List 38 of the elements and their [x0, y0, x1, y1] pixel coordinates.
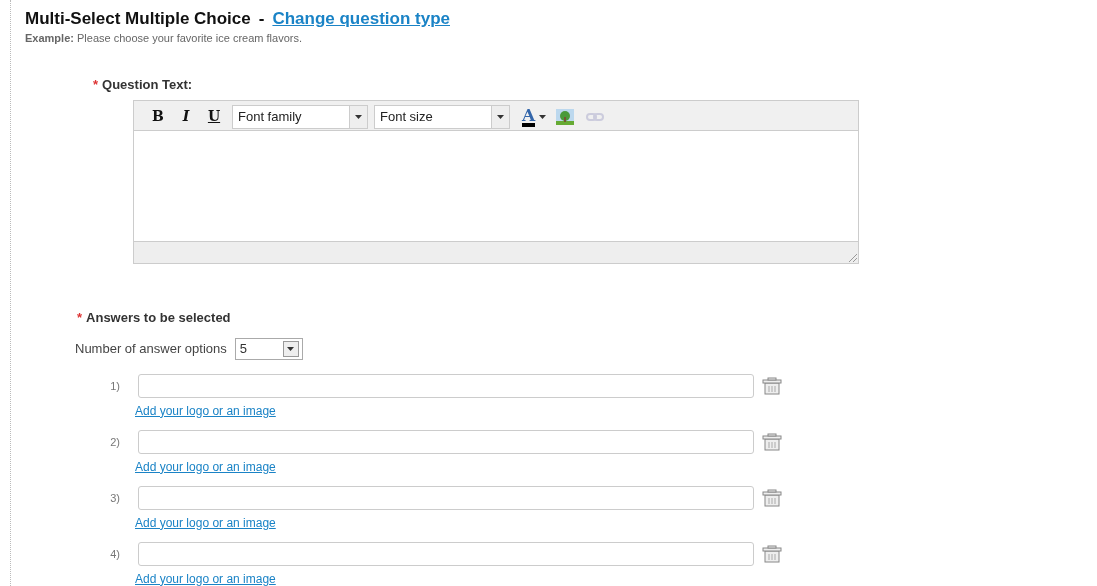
answer-number: 2) — [109, 434, 121, 450]
resize-handle-icon[interactable] — [848, 253, 858, 263]
trash-icon[interactable] — [762, 488, 782, 507]
caret-icon — [539, 114, 547, 119]
form-title: Multi-Select Multiple Choice — [25, 8, 251, 30]
answer-number: 4) — [109, 546, 121, 562]
answer-input[interactable] — [138, 541, 754, 566]
font-select[interactable]: Font family — [232, 104, 368, 129]
text-color-button[interactable]: A — [522, 106, 547, 127]
bold-button[interactable]: B — [146, 106, 170, 127]
answer-input[interactable] — [138, 373, 754, 398]
trash-icon[interactable] — [762, 544, 782, 563]
image-icon[interactable] — [556, 108, 575, 125]
add-image-link[interactable]: Add your logo or an image — [135, 569, 276, 586]
required-mark: * — [77, 309, 83, 327]
trash-icon[interactable] — [762, 376, 782, 395]
trash-icon[interactable] — [762, 432, 782, 451]
answer-number: 3) — [109, 490, 121, 506]
caret-icon — [497, 114, 504, 119]
font-select[interactable]: Font size — [374, 104, 510, 129]
add-image-link[interactable]: Add your logo or an image — [135, 513, 276, 532]
title-separator: - — [258, 8, 265, 30]
answer-count-select[interactable]: 5 — [234, 337, 303, 360]
required-mark: * — [93, 75, 99, 94]
change-type-link[interactable]: Change question type — [272, 6, 450, 32]
question-label: Question Text: — [102, 75, 193, 94]
answer-input[interactable] — [138, 485, 754, 510]
answers-label: Answers to be selected — [86, 309, 231, 327]
answer-input[interactable] — [138, 429, 754, 454]
caret-icon — [287, 346, 295, 351]
answer-count-label: Number of answer options — [75, 339, 227, 358]
add-image-link[interactable]: Add your logo or an image — [135, 457, 276, 476]
answer-number: 1) — [109, 378, 121, 394]
caret-icon — [355, 114, 362, 119]
underline-button[interactable]: U — [202, 106, 226, 127]
example-text: Example: Please choose your favorite ice cream flavors. — [25, 31, 303, 45]
italic-button[interactable]: I — [174, 106, 198, 127]
add-image-link[interactable]: Add your logo or an image — [135, 401, 276, 420]
